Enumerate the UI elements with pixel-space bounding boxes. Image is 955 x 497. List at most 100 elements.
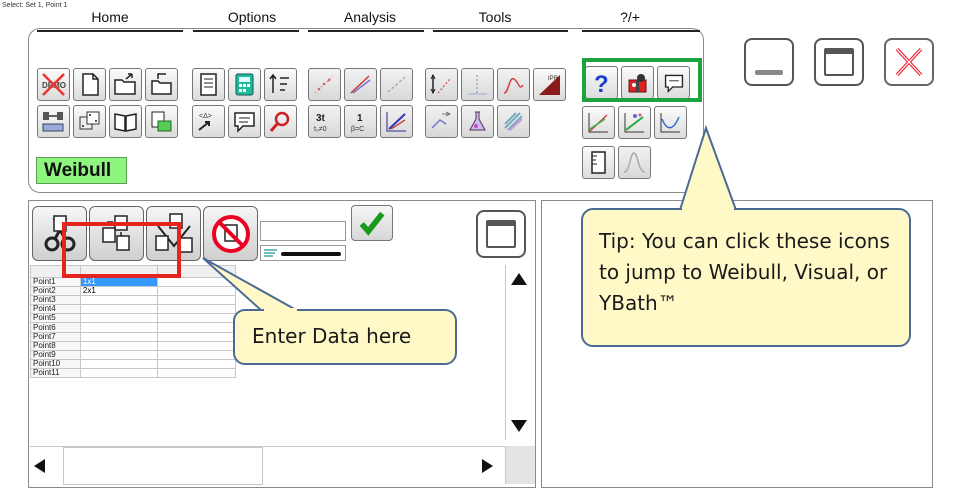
grid-cell[interactable] bbox=[79, 331, 159, 342]
grid-cell[interactable] bbox=[157, 331, 236, 342]
table-row: Point1 1x1 bbox=[30, 276, 236, 288]
grid-cell[interactable] bbox=[157, 313, 236, 324]
row-label: Point6 bbox=[30, 322, 81, 333]
grid-cell[interactable] bbox=[79, 295, 159, 306]
menu-options[interactable]: Options bbox=[212, 9, 292, 25]
grid-cell[interactable] bbox=[79, 340, 159, 351]
grid-cell[interactable]: 2x1 bbox=[79, 286, 159, 297]
curve-icon[interactable] bbox=[497, 68, 530, 101]
row-label: Point7 bbox=[30, 331, 81, 342]
one-label: 1 bbox=[357, 113, 363, 124]
grid-cell[interactable]: 1x1 bbox=[79, 276, 159, 288]
menu-tools-rule bbox=[433, 30, 568, 32]
ipr-icon[interactable]: IPR bbox=[533, 68, 566, 101]
menu-analysis-rule bbox=[308, 30, 424, 32]
sort-icon[interactable] bbox=[264, 68, 297, 101]
ybath-jump-icon[interactable] bbox=[654, 106, 687, 139]
beta-icon[interactable]: 1 β=C bbox=[344, 105, 377, 138]
interval-icon[interactable] bbox=[425, 68, 458, 101]
table-row: Point3 bbox=[30, 295, 236, 306]
grid-cell[interactable] bbox=[79, 304, 159, 315]
grid-cell[interactable] bbox=[157, 322, 236, 333]
three-t-icon[interactable]: 3t t₀≠0 bbox=[308, 105, 341, 138]
grid-cell[interactable] bbox=[79, 349, 159, 360]
compare-icon[interactable] bbox=[425, 105, 458, 138]
open-folder-icon[interactable] bbox=[109, 68, 142, 101]
grid-cell[interactable] bbox=[157, 340, 236, 351]
scroll-thumb[interactable] bbox=[63, 447, 263, 485]
grid-cell[interactable] bbox=[79, 322, 159, 333]
bell-curve-icon[interactable] bbox=[618, 146, 651, 179]
tip-callout: Tip: You can click these icons to jump t… bbox=[581, 208, 911, 347]
visual-jump-icon[interactable] bbox=[618, 106, 651, 139]
distribution-label: Weibull bbox=[36, 157, 127, 184]
plot-scatter-icon[interactable] bbox=[308, 68, 341, 101]
flask-icon[interactable] bbox=[461, 105, 494, 138]
scroll-left-icon[interactable] bbox=[34, 459, 45, 473]
value-input[interactable] bbox=[260, 221, 346, 241]
waves-icon bbox=[264, 249, 277, 257]
menu-analysis[interactable]: Analysis bbox=[330, 9, 410, 25]
new-file-icon[interactable] bbox=[73, 68, 106, 101]
menu-home[interactable]: Home bbox=[75, 9, 145, 25]
stripes-icon[interactable] bbox=[497, 105, 530, 138]
grid-cell[interactable] bbox=[79, 358, 159, 369]
table-row: Point9 bbox=[30, 349, 236, 360]
vertical-line-icon[interactable] bbox=[461, 68, 494, 101]
menu-options-rule bbox=[193, 30, 299, 32]
clear-button[interactable] bbox=[203, 206, 258, 261]
dice-icon[interactable] bbox=[73, 105, 106, 138]
horizontal-scrollbar[interactable] bbox=[30, 446, 505, 485]
comment-icon[interactable] bbox=[228, 105, 261, 138]
row-label: Point1 bbox=[30, 276, 81, 288]
scroll-up-icon[interactable] bbox=[511, 273, 527, 285]
range-icon[interactable]: <Δ> bbox=[192, 105, 225, 138]
minimize-button[interactable] bbox=[744, 38, 794, 86]
magnifier-icon[interactable] bbox=[264, 105, 297, 138]
plot-fit-icon[interactable] bbox=[344, 68, 377, 101]
grid-cell[interactable] bbox=[157, 349, 236, 360]
menu-more[interactable]: ?/+ bbox=[605, 9, 655, 25]
close-button[interactable] bbox=[884, 38, 934, 86]
plot-dashed-icon[interactable] bbox=[380, 68, 413, 101]
no-paste-icon bbox=[211, 214, 250, 253]
maximize-button[interactable] bbox=[814, 38, 864, 86]
grid-cell[interactable] bbox=[157, 286, 236, 297]
table-row: Point2 2x1 bbox=[30, 286, 236, 297]
enter-data-callout: Enter Data here bbox=[233, 309, 457, 365]
menu-tools[interactable]: Tools bbox=[460, 9, 530, 25]
scroll-down-icon[interactable] bbox=[511, 420, 527, 432]
row-label: Point10 bbox=[30, 358, 81, 369]
progress-bar bbox=[260, 245, 346, 261]
plot-regression-icon[interactable] bbox=[380, 105, 413, 138]
row-label: Point8 bbox=[30, 340, 81, 351]
ruler-icon[interactable] bbox=[582, 146, 615, 179]
grid-cell[interactable] bbox=[157, 304, 236, 315]
report-icon[interactable] bbox=[192, 68, 225, 101]
grid-cell[interactable] bbox=[157, 295, 236, 306]
book-icon[interactable] bbox=[109, 105, 142, 138]
row-label: Point5 bbox=[30, 313, 81, 324]
grid-cell[interactable] bbox=[79, 367, 159, 379]
grid-cell[interactable] bbox=[157, 358, 236, 369]
vertical-scrollbar[interactable] bbox=[505, 265, 535, 440]
grid-cell[interactable] bbox=[157, 276, 236, 288]
progress-fill bbox=[281, 252, 341, 256]
grid-cell[interactable] bbox=[157, 367, 236, 379]
three-t-label: 3t bbox=[316, 113, 326, 124]
row-label: Point3 bbox=[30, 295, 81, 306]
calculator-icon[interactable] bbox=[228, 68, 261, 101]
grid-cell[interactable] bbox=[79, 313, 159, 324]
data-import-icon[interactable] bbox=[37, 105, 70, 138]
save-folder-icon[interactable] bbox=[145, 68, 178, 101]
confirm-button[interactable] bbox=[351, 205, 393, 241]
row-label: Point9 bbox=[30, 349, 81, 360]
table-row: Point6 bbox=[30, 322, 236, 333]
panel-maximize-button[interactable] bbox=[476, 210, 526, 258]
export-icon[interactable] bbox=[145, 105, 178, 138]
weibull-jump-icon[interactable] bbox=[582, 106, 615, 139]
demo-icon[interactable]: DEMO bbox=[37, 68, 70, 101]
table-row: Point4 bbox=[30, 304, 236, 315]
row-label: Point2 bbox=[30, 286, 81, 297]
scroll-right-icon[interactable] bbox=[482, 459, 493, 473]
